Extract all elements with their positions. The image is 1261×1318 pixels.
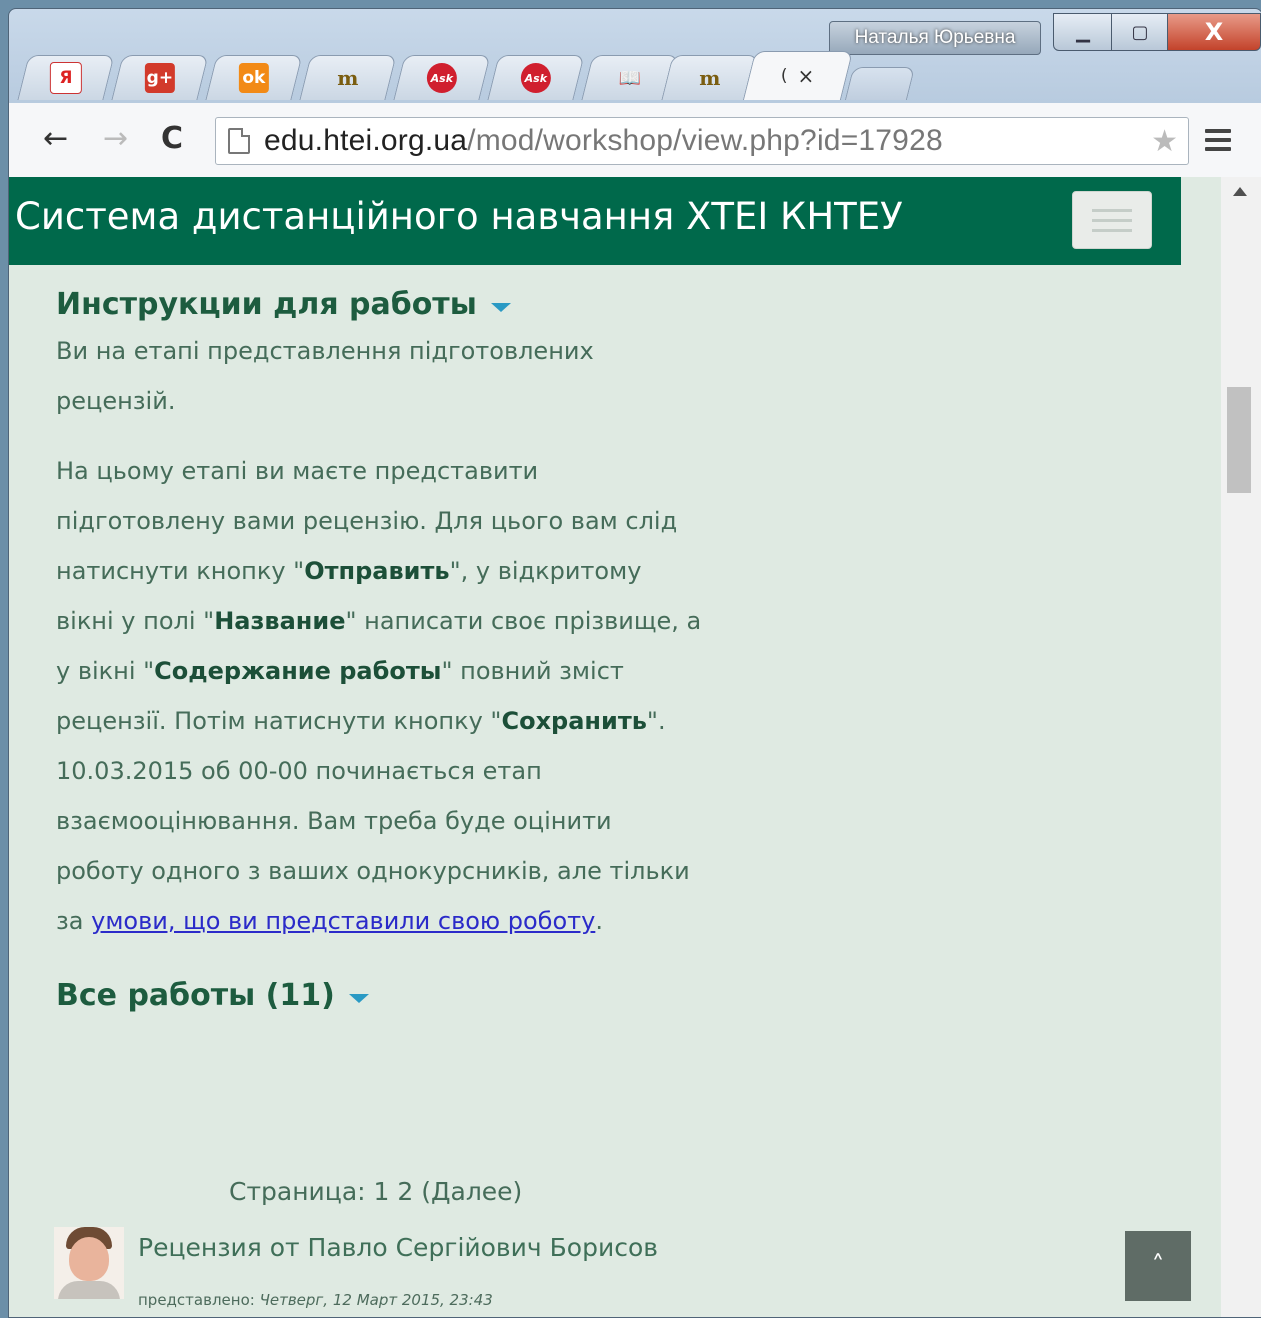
tab-google-plus[interactable]: g+ (111, 55, 209, 100)
submission-meta: представлено: Четверг, 12 Март 2015, 23:… (138, 1291, 493, 1309)
tab-yandex[interactable]: Я (17, 55, 115, 100)
scroll-up-arrow-icon[interactable] (1233, 187, 1247, 196)
tab-strip: Я g+ ok m Ask Ask 📖 m ( × (17, 51, 923, 103)
caret-down-icon[interactable] (490, 303, 511, 312)
browser-menu-icon[interactable] (1205, 129, 1231, 156)
submission-title[interactable]: Рецензия от Павло Сергійович Борисов (138, 1233, 658, 1262)
url-host: edu.htei.org.ua (264, 124, 468, 157)
caret-down-icon[interactable] (348, 994, 369, 1003)
tab-fm-1[interactable]: m (299, 55, 397, 100)
page-icon (228, 128, 250, 154)
meta-label: представлено: (138, 1291, 260, 1309)
main-content: Инструкции для работы Ви на етапі предст… (56, 287, 756, 1013)
meta-date: Четверг, 12 Март 2015, 23:43 (259, 1291, 493, 1309)
tab-odnoklassniki[interactable]: ok (205, 55, 303, 100)
tab-close-icon[interactable]: × (798, 64, 815, 88)
instructions-heading[interactable]: Инструкции для работы (56, 287, 756, 322)
back-to-top-button[interactable]: ˄ (1125, 1231, 1191, 1301)
user-profile-badge[interactable]: Наталья Юрьевна (829, 21, 1041, 55)
address-bar[interactable]: edu.htei.org.ua/mod/workshop/view.php?id… (215, 117, 1189, 165)
url-path: /mod/workshop/view.php?id=17928 (467, 124, 943, 157)
tab-active[interactable]: ( × (742, 51, 854, 100)
close-window-button[interactable]: X (1167, 13, 1261, 51)
submissions-heading-text: Все работы (11) (56, 978, 335, 1013)
browser-toolbar: ← → C edu.htei.org.ua/mod/workshop/view.… (9, 103, 1261, 178)
bookmark-star-icon[interactable]: ★ (1151, 124, 1178, 159)
maximize-button[interactable]: ▢ (1111, 13, 1169, 51)
nav-toggle-button[interactable] (1072, 191, 1152, 249)
ask-icon: Ask (426, 63, 457, 93)
new-tab-button[interactable] (844, 67, 916, 100)
vertical-scrollbar[interactable] (1221, 177, 1261, 1317)
forward-arrow-icon[interactable]: → (103, 121, 128, 156)
tab-ask-1[interactable]: Ask (393, 55, 491, 100)
fm-icon: m (699, 66, 721, 90)
ask-icon: Ask (520, 63, 551, 93)
scroll-thumb[interactable] (1227, 387, 1251, 493)
bold-term: Отправить (304, 557, 450, 585)
back-arrow-icon[interactable]: ← (43, 121, 68, 156)
tab-title: ( (781, 66, 788, 86)
pagination[interactable]: Страница: 1 2 (Далее) (229, 1177, 522, 1206)
instructions-intro: Ви на етапі представлення підготовлених … (56, 337, 594, 415)
yandex-icon: Я (49, 62, 82, 94)
book-icon: 📖 (618, 67, 642, 89)
site-brand[interactable]: Система дистанційного навчання ХТЕІ КНТЕ… (15, 195, 903, 238)
site-navbar: Система дистанційного навчання ХТЕІ КНТЕ… (9, 177, 1181, 265)
instructions-heading-text: Инструкции для работы (56, 287, 477, 322)
bold-term: Содержание работы (154, 657, 442, 685)
bold-term: Название (214, 607, 346, 635)
minimize-button[interactable]: ▁ (1053, 13, 1113, 51)
page-viewport: Система дистанційного навчання ХТЕІ КНТЕ… (9, 177, 1221, 1317)
text-run: ". (646, 707, 666, 735)
fm-icon: m (337, 66, 359, 90)
tab-ask-2[interactable]: Ask (487, 55, 585, 100)
avatar[interactable] (54, 1227, 124, 1299)
text-run: . (595, 907, 603, 935)
reload-icon[interactable]: C (161, 121, 183, 156)
browser-window: Наталья Юрьевна ▁ ▢ X Я g+ ok m Ask Ask … (8, 8, 1261, 1318)
instructions-body: На цьому етапі ви маєте представити підг… (56, 446, 706, 946)
bold-term: Сохранить (501, 707, 647, 735)
condition-link[interactable]: умови, що ви представили свою роботу (91, 907, 595, 935)
google-plus-icon: g+ (144, 63, 175, 93)
submissions-heading[interactable]: Все работы (11) (56, 978, 756, 1013)
odnoklassniki-icon: ok (238, 63, 269, 93)
